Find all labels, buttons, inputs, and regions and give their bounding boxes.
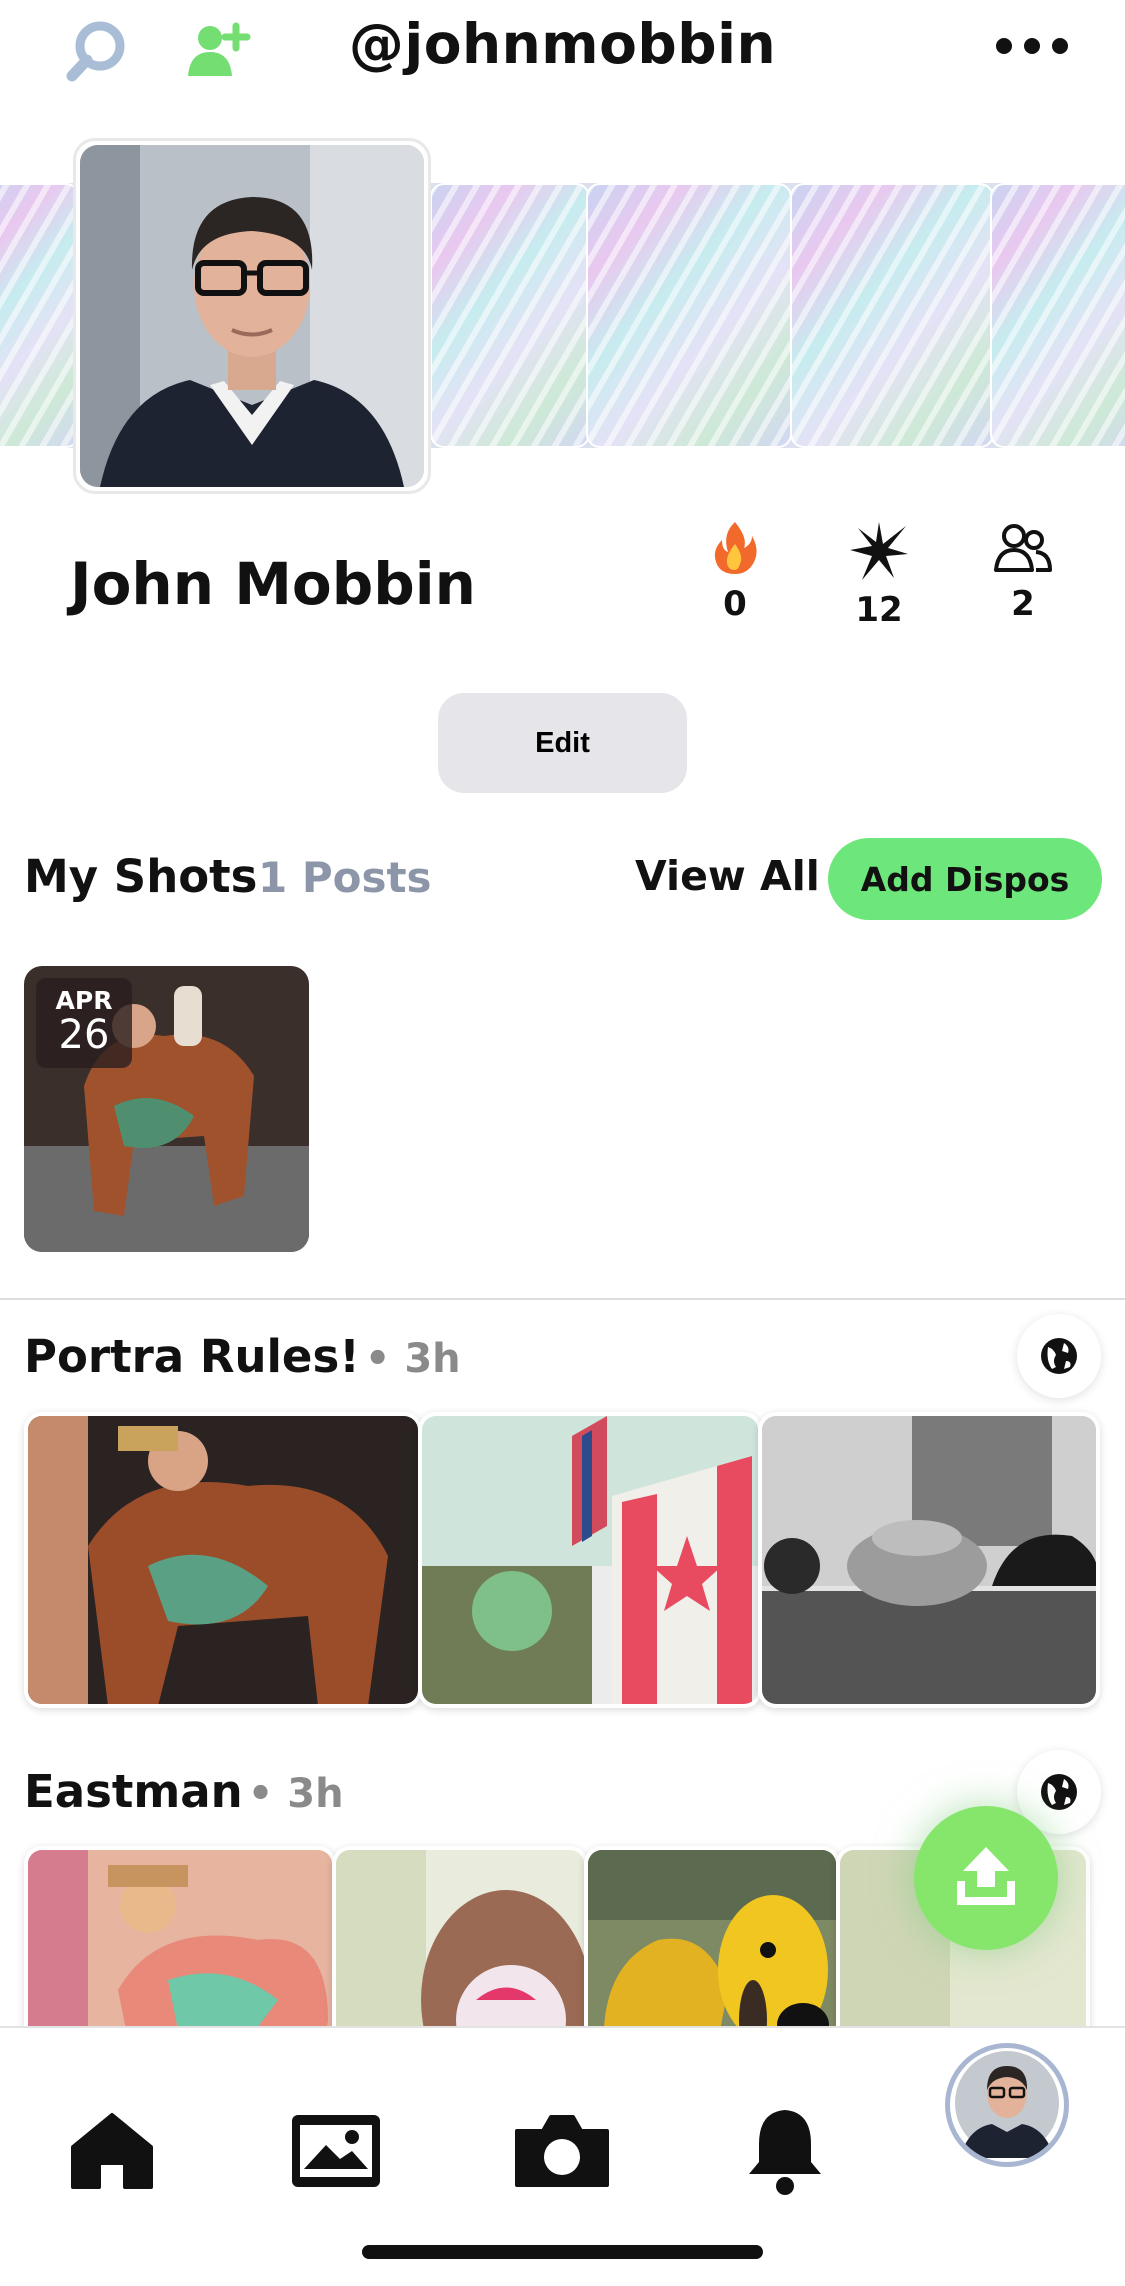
top-bar: @johnmobbin <box>0 0 1125 130</box>
my-shots-title: My Shots <box>24 850 258 903</box>
home-icon <box>69 2111 155 2195</box>
stat-people[interactable]: 2 <box>968 520 1078 624</box>
tab-profile[interactable] <box>945 2043 1069 2167</box>
cover-tile <box>430 183 590 448</box>
album-photo[interactable] <box>24 1412 422 1708</box>
album-header[interactable]: Portra Rules! • 3h <box>24 1330 461 1383</box>
stat-spark[interactable]: 12 <box>824 520 934 630</box>
profile-avatar[interactable] <box>73 138 431 494</box>
profile-avatar-icon <box>952 2048 1062 2162</box>
stat-fire[interactable]: 0 <box>680 520 790 624</box>
cover-tile <box>0 183 80 448</box>
camera-icon <box>513 2113 611 2193</box>
people-icon <box>968 520 1078 580</box>
date-month: APR <box>55 986 113 1015</box>
profile-name: John Mobbin <box>70 550 476 618</box>
stat-value: 2 <box>1011 584 1035 624</box>
upload-icon <box>951 1841 1021 1915</box>
album-title: Portra Rules! <box>24 1330 360 1383</box>
cover-tile <box>990 183 1125 448</box>
view-all-link[interactable]: View All <box>635 852 820 900</box>
album-header[interactable]: Eastman • 3h <box>24 1765 344 1818</box>
posts-count: 1 Posts <box>258 853 432 902</box>
stat-value: 0 <box>723 584 747 624</box>
tab-home[interactable] <box>57 2098 167 2208</box>
cover-tile <box>586 183 792 448</box>
add-dispos-button[interactable]: Add Dispos <box>828 838 1102 920</box>
tab-notifications[interactable] <box>730 2098 840 2208</box>
fire-icon <box>680 520 790 580</box>
spark-icon <box>824 520 934 586</box>
upload-fab[interactable] <box>914 1806 1058 1950</box>
home-indicator <box>362 2245 763 2259</box>
edit-button[interactable]: Edit <box>438 693 687 793</box>
date-day: 26 <box>58 1012 110 1058</box>
album-title: Eastman <box>24 1765 243 1818</box>
stat-value: 12 <box>855 590 903 630</box>
gallery-icon <box>290 2113 382 2193</box>
profile-handle: @johnmobbin <box>348 12 777 76</box>
album-photo[interactable] <box>418 1412 762 1708</box>
album-photo[interactable] <box>758 1412 1100 1708</box>
avatar-photo <box>80 145 424 487</box>
tab-gallery[interactable] <box>281 2098 391 2208</box>
album-time: • 3h <box>364 1336 461 1382</box>
album-time: • 3h <box>247 1771 344 1817</box>
bell-icon <box>745 2106 825 2200</box>
more-dots-icon[interactable] <box>992 26 1072 66</box>
date-badge: APR 26 <box>36 978 132 1068</box>
cover-tile <box>790 183 994 448</box>
tab-camera[interactable] <box>507 2098 617 2208</box>
shot-thumbnail[interactable]: APR 26 <box>24 966 309 1252</box>
globe-icon[interactable] <box>1017 1314 1101 1398</box>
section-divider <box>0 1298 1125 1300</box>
